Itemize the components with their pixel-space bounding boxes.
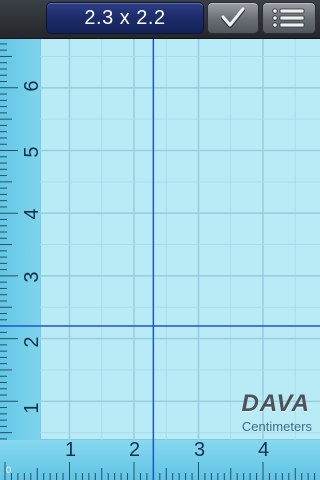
horizontal-ruler bbox=[0, 440, 320, 480]
ruler-number-3: 3 bbox=[21, 271, 43, 283]
horizontal-ruler-ticks bbox=[4, 462, 316, 480]
menu-button[interactable] bbox=[262, 2, 316, 34]
unit-label: Centimeters bbox=[241, 419, 312, 434]
ruler-number-bottom-4: 4 bbox=[258, 439, 270, 461]
checkmark-icon bbox=[221, 7, 245, 28]
measurement-grid[interactable] bbox=[40, 38, 320, 440]
ruler-number-1: 1 bbox=[21, 402, 43, 414]
list-menu-icon bbox=[272, 8, 305, 28]
vertical-ruler-ticks bbox=[0, 43, 18, 440]
dava-logo: DAVA bbox=[241, 390, 310, 417]
top-toolbar: 2.3 x 2.2 bbox=[0, 0, 320, 39]
confirm-button[interactable] bbox=[207, 2, 259, 34]
grid-lines bbox=[40, 38, 320, 440]
ruler-number-4: 4 bbox=[21, 208, 43, 220]
ruler-number-6: 6 bbox=[21, 80, 43, 92]
ruler-number-bottom-3: 3 bbox=[194, 439, 206, 461]
ruler-number-bottom-2: 2 bbox=[129, 439, 141, 461]
ruler-number-5: 5 bbox=[21, 146, 43, 158]
measurement-display: 2.3 x 2.2 bbox=[46, 2, 204, 34]
ruler-number-2: 2 bbox=[21, 336, 43, 348]
ruler-number-bottom-1: 1 bbox=[65, 439, 77, 461]
vertical-ruler bbox=[0, 38, 40, 440]
ruler-number-0: 0 bbox=[6, 465, 12, 475]
